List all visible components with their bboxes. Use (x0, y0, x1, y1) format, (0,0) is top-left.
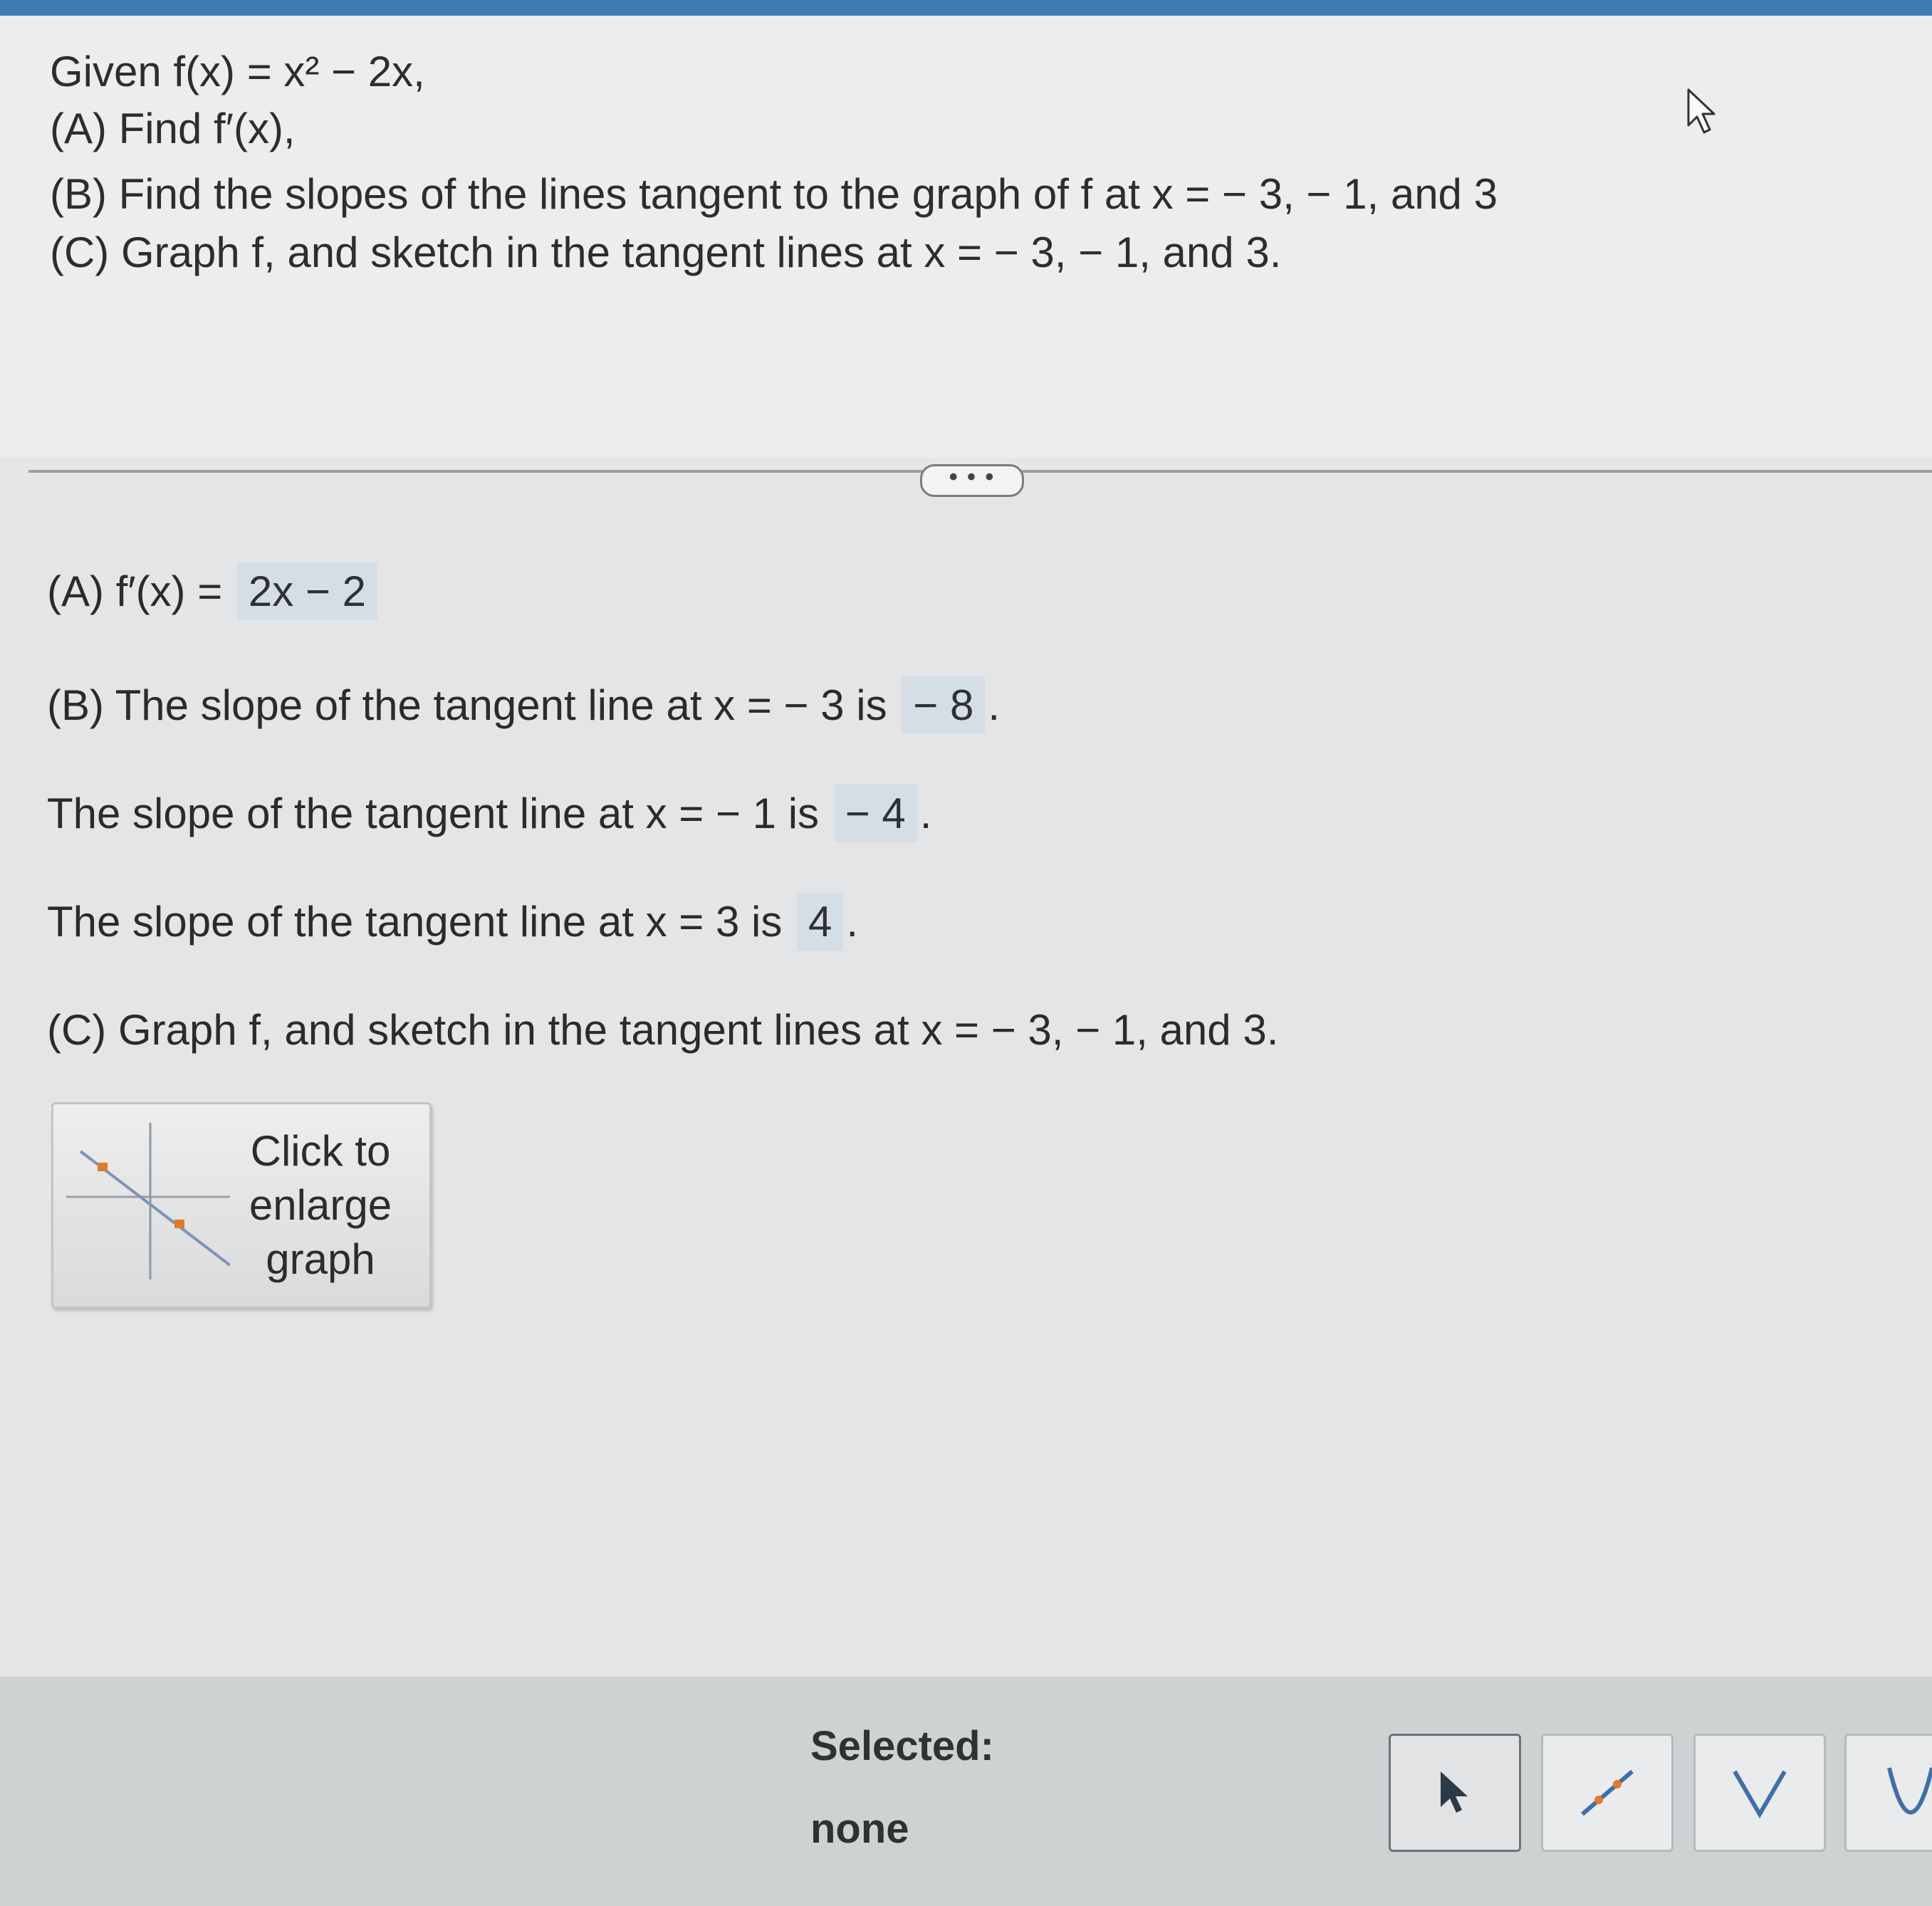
mouse-cursor-icon (1687, 88, 1716, 134)
absolute-value-tool-button[interactable] (1693, 1734, 1826, 1852)
answer-b3-label: The slope of the tangent line at x = 3 i… (47, 898, 783, 946)
graph-thumbnail-icon (66, 1123, 230, 1279)
answer-b1-label: (B) The slope of the tangent line at x =… (47, 681, 887, 729)
question-part-a: (A) Find f′(x), (50, 105, 296, 152)
answer-c-text: (C) Graph f, and sketch in the tangent l… (47, 1006, 1279, 1054)
pointer-tool-button[interactable] (1389, 1734, 1521, 1852)
answer-a-row: (A) f′(x) = 2x − 2 (47, 562, 380, 620)
answer-b3-field[interactable]: 4 (797, 893, 844, 951)
question-part-c: (C) Graph f, and sketch in the tangent l… (50, 229, 1282, 276)
line-tool-button[interactable] (1541, 1734, 1673, 1852)
answer-b2-label: The slope of the tangent line at x = − 1… (47, 790, 820, 837)
answer-b3-period: . (846, 898, 859, 946)
question-part-b: (B) Find the slopes of the lines tangent… (50, 170, 1498, 218)
enlarge-graph-button[interactable]: Click to enlarge graph (51, 1102, 432, 1309)
parabola-tool-button[interactable] (1844, 1734, 1932, 1852)
line-icon (1581, 1769, 1634, 1816)
v-shape-icon (1733, 1770, 1787, 1818)
selected-label: Selected: (810, 1723, 994, 1769)
problem-statement: Given f(x) = x² − 2x, (A) Find f′(x), (B… (0, 16, 1932, 457)
top-header-strip (0, 0, 1932, 16)
answer-b1-row: (B) The slope of the tangent line at x =… (47, 676, 1000, 734)
pointer-icon (1441, 1771, 1468, 1813)
answer-b1-field[interactable]: − 8 (902, 676, 986, 734)
answer-area: (A) f′(x) = 2x − 2 (B) The slope of the … (0, 498, 1932, 1673)
answer-b1-period: . (988, 681, 1001, 729)
answer-a-label: (A) f′(x) = (47, 567, 223, 615)
answer-b3-row: The slope of the tangent line at x = 3 i… (47, 893, 858, 951)
answer-a-field[interactable]: 2x − 2 (236, 562, 378, 620)
selected-value: none (810, 1806, 909, 1852)
given-text: Given f(x) = x² − 2x, (50, 48, 425, 95)
expand-more-button[interactable]: • • • (920, 464, 1024, 497)
answer-b2-period: . (919, 790, 932, 837)
parabola-icon (1887, 1767, 1932, 1815)
enlarge-graph-label: Click to enlarge graph (249, 1127, 392, 1283)
answer-b2-field[interactable]: − 4 (833, 785, 917, 842)
graph-toolbar: Selected: none (0, 1677, 1932, 1906)
answer-b2-row: The slope of the tangent line at x = − 1… (47, 785, 931, 842)
